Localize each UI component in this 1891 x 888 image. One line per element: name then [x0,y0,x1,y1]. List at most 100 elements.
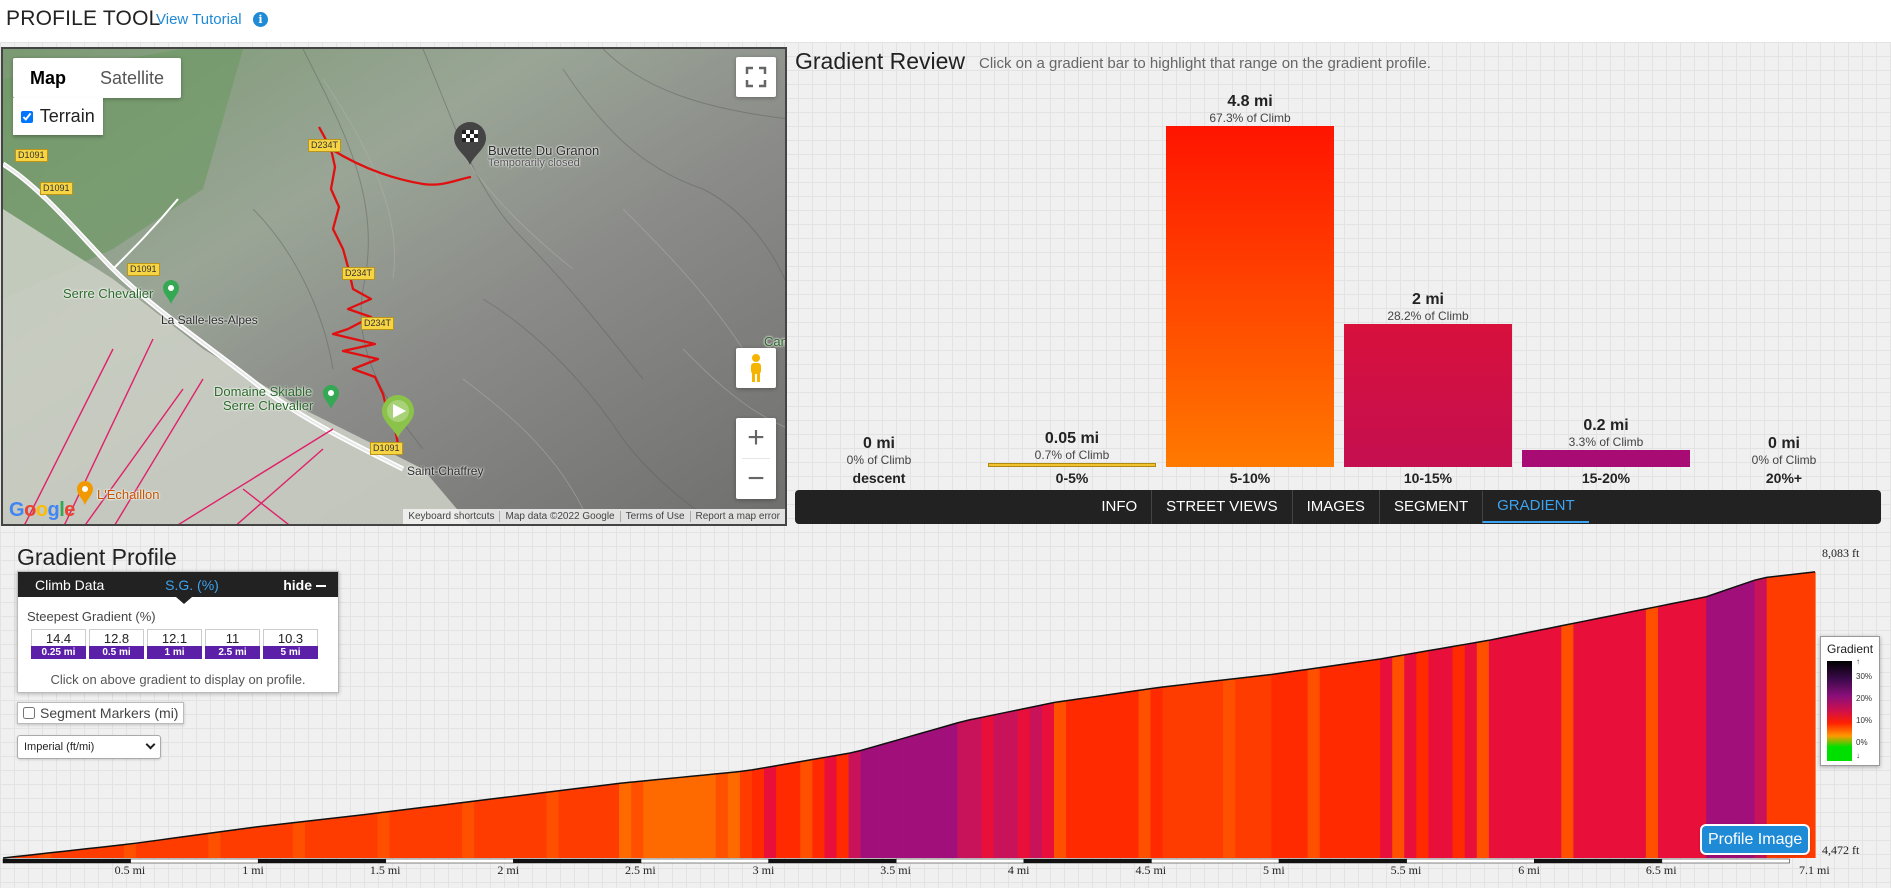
tab-images[interactable]: IMAGES [1291,490,1379,524]
profile-gradient-strip[interactable] [1428,648,1442,858]
profile-gradient-strip[interactable] [957,719,970,858]
gradient-bar-column[interactable]: 0 mi 0% of Climb descent [795,435,963,488]
profile-gradient-strip[interactable] [437,804,451,858]
profile-gradient-strip[interactable] [389,810,403,858]
profile-gradient-strip[interactable] [1440,646,1454,858]
hide-button[interactable]: hide [283,577,326,593]
echaillon-pin-icon[interactable] [76,481,94,510]
map-type-map-button[interactable]: Map [13,58,83,98]
profile-gradient-strip[interactable] [546,790,560,858]
profile-gradient-strip[interactable] [872,743,886,858]
profile-gradient-strip[interactable] [703,773,717,858]
map-label-saint-chaffrey[interactable]: Saint-Chaffrey [407,464,483,478]
profile-gradient-strip[interactable] [1621,611,1635,858]
profile-gradient-strip[interactable] [594,784,608,858]
profile-gradient-strip[interactable] [909,733,922,858]
profile-gradient-strip[interactable] [1513,633,1526,858]
profile-gradient-strip[interactable] [896,736,910,858]
profile-gradient-strip[interactable] [727,771,741,858]
profile-gradient-strip[interactable] [921,729,934,858]
profile-gradient-strip[interactable] [474,799,487,858]
profile-gradient-strip[interactable] [1404,652,1417,858]
profile-gradient-strip[interactable] [184,835,197,858]
profile-gradient-strip[interactable] [1730,584,1744,858]
profile-gradient-strip[interactable] [353,814,366,858]
profile-gradient-strip[interactable] [860,747,874,858]
sg-cell[interactable]: 11 2.5 mi [205,629,260,659]
bar-5-10[interactable] [1166,126,1334,467]
profile-gradient-strip[interactable] [1597,616,1611,858]
profile-gradient-strip[interactable] [377,811,391,858]
profile-gradient-strip[interactable] [1295,669,1309,858]
profile-gradient-strip[interactable] [884,740,898,858]
profile-gradient-strip[interactable] [1066,699,1079,858]
tab-info[interactable]: INFO [1087,490,1151,524]
profile-gradient-strip[interactable] [305,819,318,858]
profile-gradient-strip[interactable] [1319,665,1333,858]
profile-gradient-strip[interactable] [280,822,294,858]
profile-gradient-strip[interactable] [1645,606,1659,858]
profile-gradient-strip[interactable] [1174,684,1188,858]
profile-gradient-strip[interactable] [1017,707,1031,858]
profile-gradient-strip[interactable] [449,802,463,858]
profile-gradient-strip[interactable] [607,783,620,858]
profile-gradient-strip[interactable] [1609,613,1623,858]
profile-gradient-strip[interactable] [679,776,693,858]
segment-markers-toggle[interactable]: Segment Markers (mi) [17,702,185,724]
terrain-toggle[interactable]: Terrain [13,98,103,135]
profile-gradient-strip[interactable] [256,825,270,858]
bar-10-15[interactable] [1344,324,1512,467]
profile-gradient-strip[interactable] [425,805,439,858]
profile-gradient-strip[interactable] [788,761,801,858]
profile-gradient-strip[interactable] [462,801,475,858]
profile-gradient-strip[interactable] [1573,620,1587,858]
profile-gradient-strip[interactable] [1223,678,1236,858]
pegman-icon[interactable] [736,348,776,388]
profile-gradient-strip[interactable] [1488,637,1502,858]
profile-gradient-strip[interactable] [836,753,850,858]
profile-gradient-strip[interactable] [135,841,149,858]
profile-gradient-strip[interactable] [933,726,946,858]
map-label-serre-chevalier[interactable]: Serre Chevalier [63,286,153,301]
sg-cell[interactable]: 14.4 0.25 mi [31,629,86,659]
profile-gradient-strip[interactable] [1355,660,1369,858]
profile-gradient-strip[interactable] [1138,688,1152,858]
profile-gradient-strip[interactable] [232,828,246,858]
keyboard-shortcuts-link[interactable]: Keyboard shortcuts [403,511,499,522]
profile-gradient-strip[interactable] [1802,571,1816,858]
profile-gradient-strip[interactable] [1368,658,1381,858]
profile-gradient-strip[interactable] [1114,692,1128,858]
sg-cell[interactable]: 12.8 0.5 mi [89,629,144,659]
units-select[interactable]: Imperial (ft/mi) [17,735,161,759]
map-type-satellite-button[interactable]: Satellite [83,58,181,98]
profile-gradient-strip[interactable] [534,792,548,858]
profile-gradient-strip[interactable] [1718,588,1732,858]
profile-gradient-strip[interactable] [1633,608,1647,858]
steepest-gradient-tab[interactable]: S.G. (%) [132,577,252,593]
profile-gradient-strip[interactable] [1150,686,1164,858]
bar-0-5[interactable] [988,463,1156,467]
climb-data-tab[interactable]: Climb Data [18,577,132,593]
map-label-echaillon[interactable]: L'Echaillon [97,487,159,502]
profile-gradient-strip[interactable] [691,775,705,858]
profile-gradient-strip[interactable] [1102,693,1115,858]
profile-gradient-strip[interactable] [643,779,656,858]
profile-gradient-strip[interactable] [1235,677,1248,858]
profile-image-button[interactable]: Profile Image [1702,826,1809,853]
profile-gradient-strip[interactable] [1380,656,1393,858]
profile-gradient-strip[interactable] [123,843,137,858]
profile-gradient-strip[interactable] [1452,644,1466,858]
profile-gradient-strip[interactable] [1283,671,1297,858]
tab-segment[interactable]: SEGMENT [1378,490,1482,524]
fullscreen-icon[interactable] [736,57,776,97]
profile-gradient-strip[interactable] [268,824,282,858]
profile-gradient-strip[interactable] [1211,680,1224,858]
profile-gradient-strip[interactable] [582,786,596,858]
profile-gradient-strip[interactable] [317,818,330,858]
profile-gradient-strip[interactable] [1331,664,1345,858]
profile-gradient-strip[interactable] [401,808,415,858]
profile-gradient-strip[interactable] [1271,672,1285,858]
profile-gradient-strip[interactable] [341,815,354,858]
profile-gradient-strip[interactable] [1126,690,1140,858]
map-label-domaine-line1[interactable]: Domaine Skiable [214,384,312,399]
